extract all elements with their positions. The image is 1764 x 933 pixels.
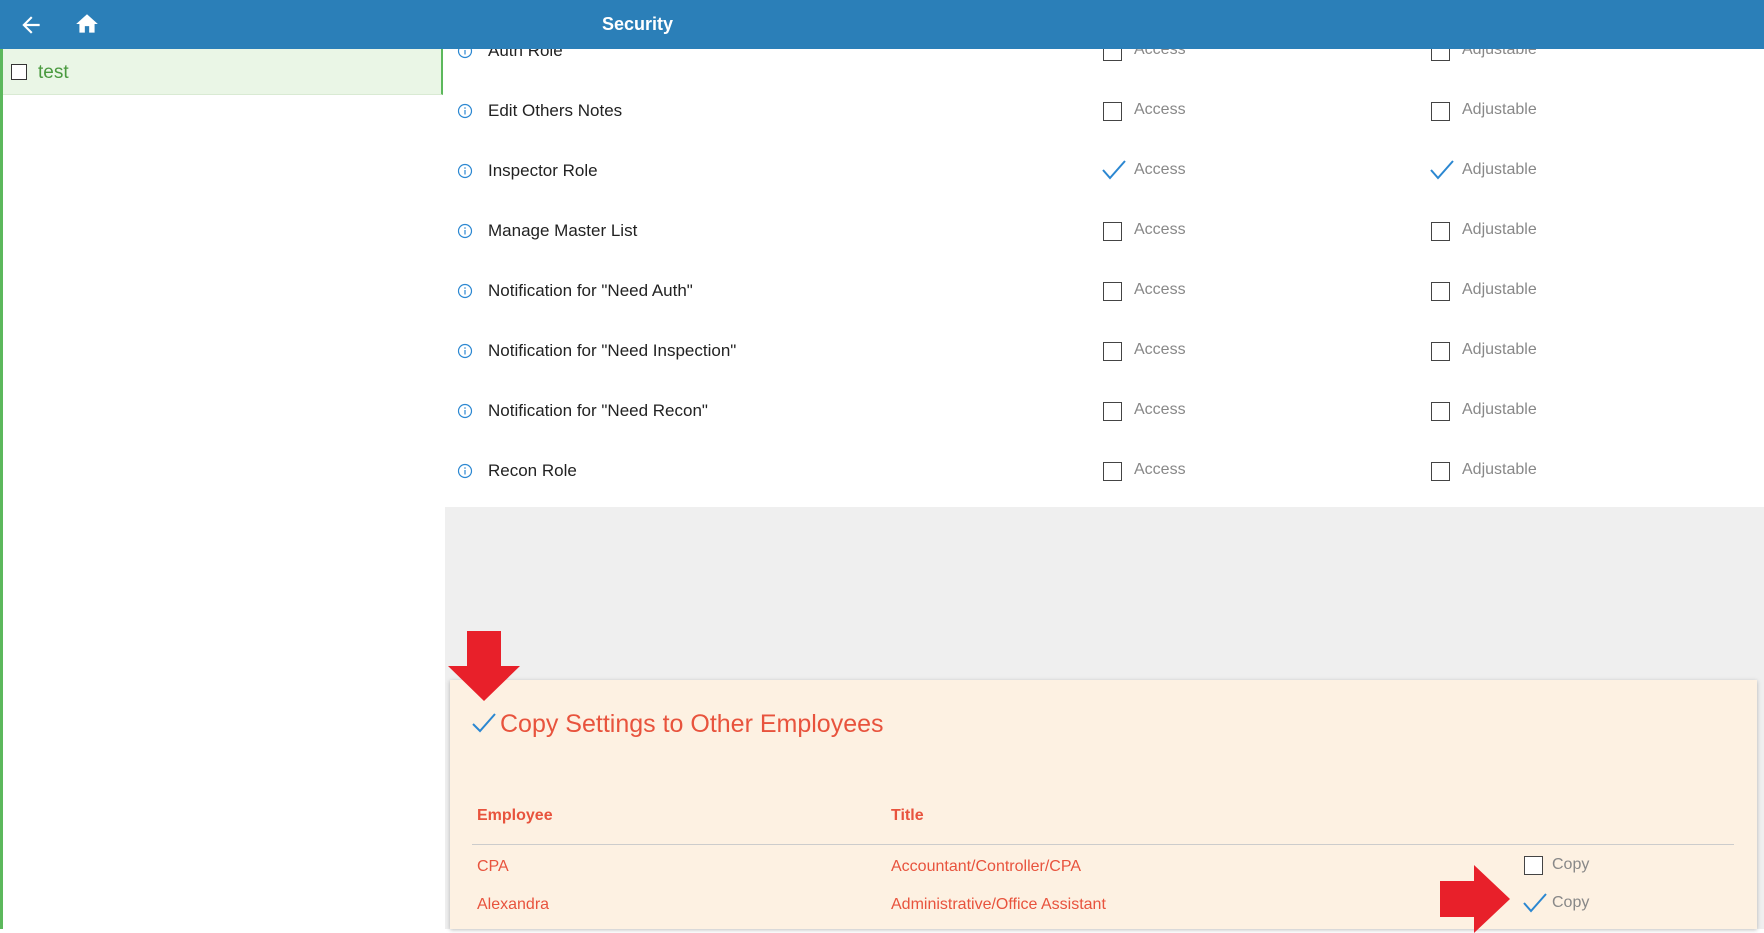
access-label: Access — [1134, 281, 1186, 298]
info-circle-icon[interactable] — [457, 403, 473, 419]
sidebar-item-label: test — [38, 62, 69, 83]
checkbox-box[interactable] — [1103, 222, 1122, 241]
checkbox-box[interactable] — [1431, 462, 1450, 481]
red-arrow-right-icon — [1440, 865, 1510, 933]
info-circle-icon[interactable] — [457, 463, 473, 479]
copy-settings-panel: Copy Settings to Other Employees Employe… — [450, 680, 1757, 929]
checkbox-box[interactable] — [1103, 49, 1122, 61]
role-name: Notification for "Need Inspection" — [488, 341, 737, 360]
role-row: Inspector Role Access Adjustable — [445, 160, 1764, 229]
role-row: Notification for "Need Auth" Access Adjust… — [445, 281, 1764, 349]
employee-column-header: Employee — [477, 807, 553, 824]
adjustable-label: Adjustable — [1462, 281, 1537, 298]
access-label: Access — [1134, 221, 1186, 238]
title-column-header: Title — [891, 807, 924, 824]
access-label: Access — [1134, 161, 1186, 178]
role-name: Notification for "Need Recon" — [488, 401, 708, 420]
checkbox-box[interactable] — [1103, 282, 1122, 301]
adjustable-label: Adjustable — [1462, 101, 1537, 118]
role-row: Notification for "Need Inspection" Access… — [445, 341, 1764, 409]
employee-row: Alexandra Administrative/Office Assistant… — [450, 893, 1757, 930]
role-name: Notification for "Need Auth" — [488, 281, 693, 300]
employee-row: CPA Accountant/Controller/CPA Copy — [450, 856, 1757, 892]
checkbox-box[interactable] — [1524, 856, 1543, 875]
adjustable-label: Adjustable — [1462, 401, 1537, 418]
checkmark-icon — [1430, 160, 1454, 180]
sidebar-item-checkbox[interactable] — [11, 64, 27, 80]
page-title: Security — [602, 14, 674, 34]
access-label: Access — [1134, 401, 1186, 418]
access-label: Access — [1134, 49, 1186, 58]
copy-settings-title[interactable]: Copy Settings to Other Employees — [500, 710, 884, 739]
role-row: Notification for "Need Recon" Access Adjus… — [445, 401, 1764, 469]
role-row: Auth Role Access Adjustable — [445, 49, 1764, 109]
adjustable-label: Adjustable — [1462, 461, 1537, 478]
copy-checkbox[interactable]: Copy — [1523, 893, 1614, 916]
copy-checkbox[interactable]: Copy — [1524, 856, 1614, 878]
access-label: Access — [1134, 101, 1186, 118]
checkbox-box[interactable] — [1431, 222, 1450, 241]
adjustable-label: Adjustable — [1462, 49, 1537, 58]
checkbox-box[interactable] — [1431, 282, 1450, 301]
checkbox-box[interactable] — [1103, 342, 1122, 361]
employee-title: Administrative/Office Assistant — [891, 896, 1106, 913]
roles-list: Auth Role Access Adjustable Edit Others Not… — [445, 49, 1764, 507]
info-circle-icon[interactable] — [457, 103, 473, 119]
checkmark-icon — [1523, 893, 1547, 913]
employee-name[interactable]: CPA — [477, 858, 509, 876]
role-name: Manage Master List — [488, 221, 638, 240]
role-name: Auth Role — [488, 49, 563, 60]
info-circle-icon[interactable] — [457, 223, 473, 239]
checkbox-box[interactable] — [1103, 462, 1122, 481]
employee-title: Accountant/Controller/CPA — [891, 858, 1082, 875]
checkbox-box[interactable] — [1431, 102, 1450, 121]
role-name: Inspector Role — [488, 161, 598, 180]
adjustable-label: Adjustable — [1462, 161, 1537, 178]
adjustable-label: Adjustable — [1462, 341, 1537, 358]
adjustable-label: Adjustable — [1462, 221, 1537, 238]
info-circle-icon[interactable] — [457, 163, 473, 179]
home-icon[interactable] — [73, 11, 101, 37]
sidebar-item-test[interactable]: test — [3, 49, 443, 95]
copy-label: Copy — [1552, 894, 1590, 911]
access-label: Access — [1134, 341, 1186, 358]
role-row: Recon Role Access Adjustable — [445, 461, 1764, 507]
role-row: Manage Master List Access Adjustable — [445, 221, 1764, 289]
checkbox-box[interactable] — [1103, 402, 1122, 421]
checkmark-icon — [1102, 160, 1126, 180]
red-arrow-down-icon — [448, 631, 520, 701]
employee-name[interactable]: Alexandra — [477, 896, 549, 914]
role-name: Edit Others Notes — [488, 101, 623, 120]
header-divider — [472, 844, 1734, 845]
checkbox-box[interactable] — [1103, 102, 1122, 121]
info-circle-icon[interactable] — [457, 283, 473, 299]
checkbox-box[interactable] — [1431, 402, 1450, 421]
checkbox-box[interactable] — [1431, 342, 1450, 361]
checkmark-icon[interactable] — [470, 710, 498, 736]
arrow-left-icon[interactable] — [18, 12, 44, 38]
sidebar: test — [0, 49, 443, 929]
role-name: Recon Role — [488, 461, 577, 480]
top-bar: Security — [0, 0, 1764, 49]
info-circle-icon[interactable] — [457, 49, 473, 59]
copy-label: Copy — [1552, 856, 1590, 873]
checkbox-box[interactable] — [1431, 49, 1450, 61]
access-label: Access — [1134, 461, 1186, 478]
info-circle-icon[interactable] — [457, 343, 473, 359]
